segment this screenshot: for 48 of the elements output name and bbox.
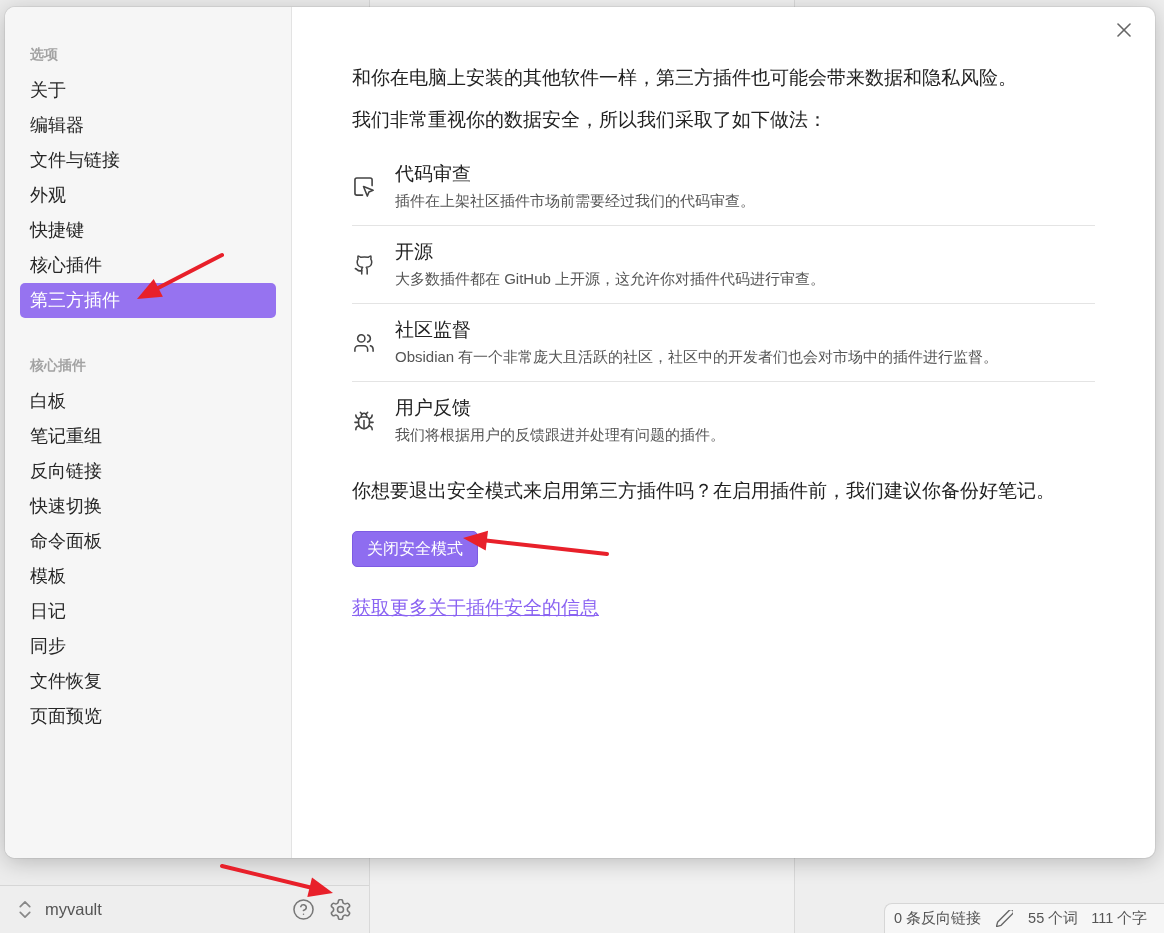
question-text: 你想要退出安全模式来启用第三方插件吗？在启用插件前，我们建议你备份好笔记。 bbox=[352, 479, 1056, 503]
settings-nav-item[interactable]: 日记 bbox=[20, 594, 276, 629]
status-text: 55 个词 bbox=[1028, 909, 1079, 928]
square-cursor-icon bbox=[354, 176, 374, 197]
status-text: 0 条反向链接 bbox=[894, 909, 982, 928]
pencil-icon[interactable] bbox=[996, 910, 1014, 927]
settings-nav-item[interactable]: 编辑器 bbox=[20, 108, 276, 143]
settings-nav-item[interactable]: 命令面板 bbox=[20, 524, 276, 559]
status-text: 111 个字 bbox=[1091, 909, 1148, 928]
settings-icon bbox=[330, 899, 351, 920]
measure-title: 用户反馈 bbox=[395, 396, 472, 420]
intro-text: 我们非常重视你的数据安全，所以我们采取了如下做法： bbox=[352, 108, 828, 132]
settings-nav-item[interactable]: 外观 bbox=[20, 178, 276, 213]
settings-nav-item[interactable]: 核心插件 bbox=[20, 248, 276, 283]
help-icon bbox=[293, 899, 314, 920]
github-icon bbox=[354, 254, 374, 275]
settings-nav-item[interactable]: 关于 bbox=[20, 73, 276, 108]
settings-nav-item[interactable]: 白板 bbox=[20, 384, 276, 419]
bug-icon bbox=[354, 410, 374, 431]
users-icon bbox=[354, 332, 374, 353]
measure-description: 我们将根据用户的反馈跟进并处理有问题的插件。 bbox=[395, 425, 725, 445]
help-button[interactable] bbox=[293, 899, 314, 920]
settings-nav-item[interactable]: 页面预览 bbox=[20, 699, 276, 734]
settings-nav-item[interactable]: 笔记重组 bbox=[20, 419, 276, 454]
disable-safe-mode-button[interactable]: 关闭安全模式 bbox=[352, 531, 478, 567]
intro-text: 和你在电脑上安装的其他软件一样，第三方插件也可能会带来数据和隐私风险。 bbox=[352, 66, 1018, 90]
measure-title: 开源 bbox=[395, 240, 434, 264]
close-button[interactable] bbox=[1117, 23, 1131, 37]
vault-switcher[interactable]: myvault bbox=[19, 900, 102, 919]
measure-title: 代码审查 bbox=[395, 162, 472, 186]
settings-nav-item[interactable]: 反向链接 bbox=[20, 454, 276, 489]
settings-nav-item[interactable]: 文件与链接 bbox=[20, 143, 276, 178]
settings-nav-item[interactable]: 同步 bbox=[20, 629, 276, 664]
settings-nav-item[interactable]: 快速切换 bbox=[20, 489, 276, 524]
measure-description: 大多数插件都在 GitHub 上开源，这允许你对插件代码进行审查。 bbox=[395, 269, 826, 289]
measure-description: Obsidian 有一个非常庞大且活跃的社区，社区中的开发者们也会对市场中的插件进行监督。 bbox=[395, 347, 999, 367]
section-heading: 核心插件 bbox=[29, 357, 87, 375]
close-icon bbox=[1117, 23, 1131, 37]
measure-title: 社区监督 bbox=[395, 318, 472, 342]
settings-nav-item[interactable]: 文件恢复 bbox=[20, 664, 276, 699]
info-link[interactable]: 获取更多关于插件安全的信息 bbox=[352, 594, 599, 622]
settings-nav-item[interactable]: 模板 bbox=[20, 559, 276, 594]
measure-description: 插件在上架社区插件市场前需要经过我们的代码审查。 bbox=[395, 191, 755, 211]
settings-nav-item[interactable]: 快捷键 bbox=[20, 213, 276, 248]
settings-button[interactable] bbox=[330, 899, 351, 920]
section-heading: 选项 bbox=[29, 46, 59, 64]
chevrons-up-down-icon bbox=[19, 901, 31, 918]
settings-nav-item[interactable]: 第三方插件 bbox=[20, 283, 276, 318]
